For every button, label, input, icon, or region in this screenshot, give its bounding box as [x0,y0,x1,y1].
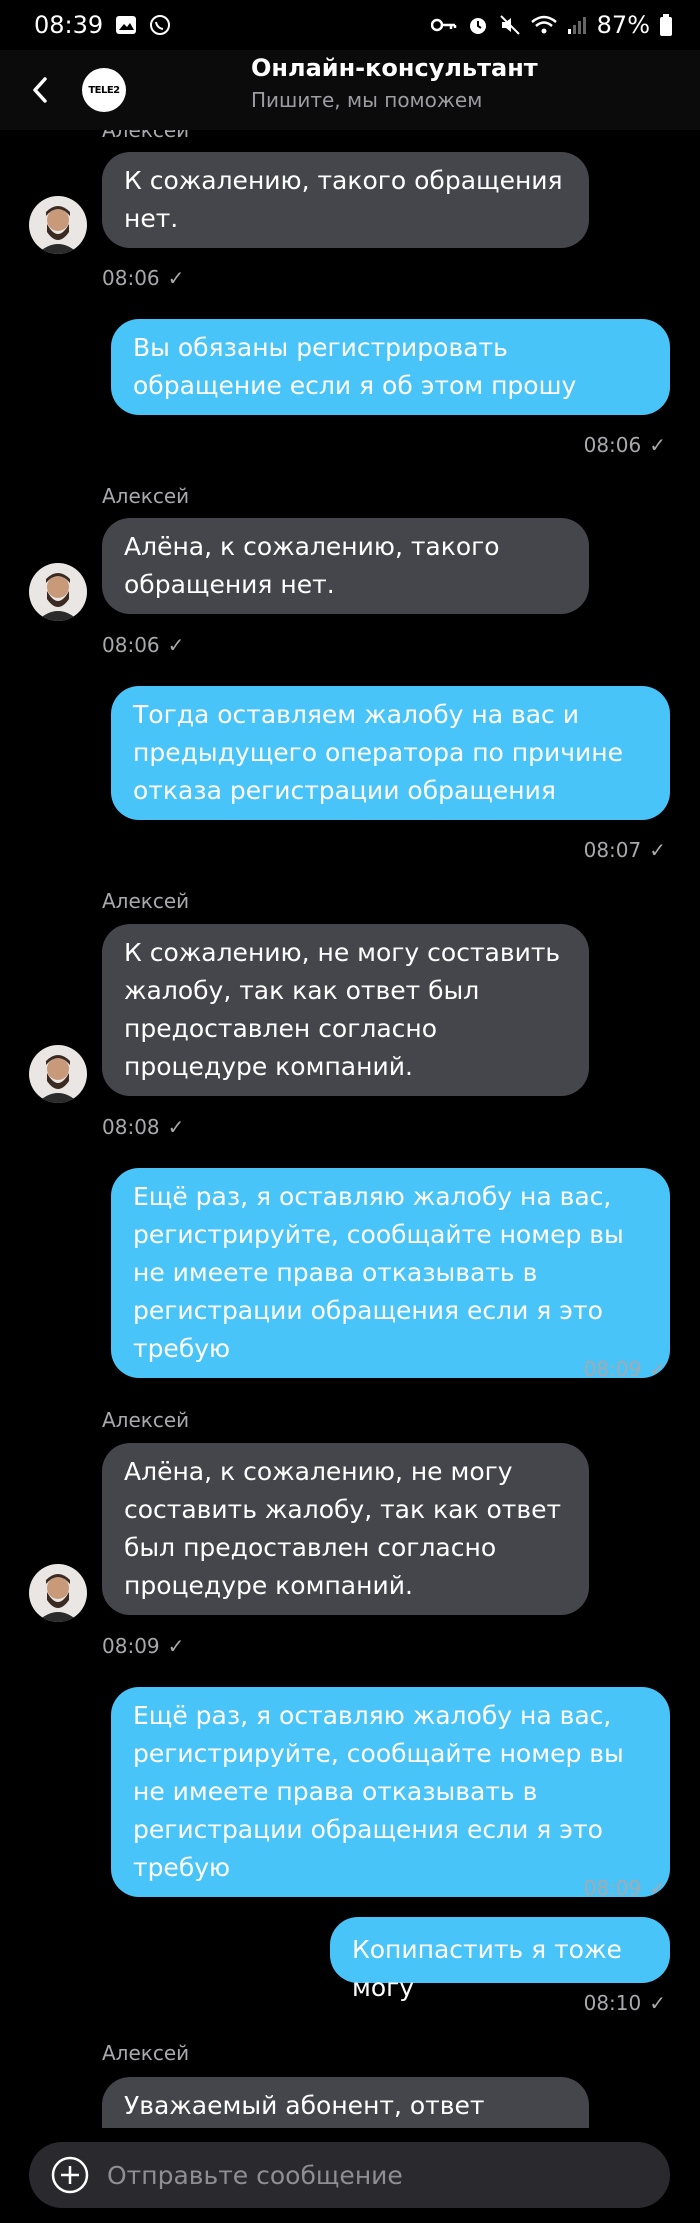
message-time: 08:06 ✓ [102,266,184,290]
outgoing-message[interactable]: Ещё раз, я оставляю жалобу на вас, регис… [111,1687,670,1897]
message-text: Алёна, к сожалению, не могу составить жа… [124,1457,562,1600]
check-icon: ✓ [649,1991,666,2015]
message-time: 08:07 ✓ [584,838,666,862]
header-subtitle: Пишите, мы поможем [251,88,483,112]
time-text: 08:10 [583,1991,642,2015]
time-text: 08:09 [102,1634,160,1658]
message-text: К сожалению, такого обращения нет. [124,166,563,233]
check-icon: ✓ [167,266,185,290]
time-text: 08:09 [583,1876,642,1900]
mute-icon [499,14,521,36]
time-text: 08:06 [102,266,160,290]
message-text: Ещё раз, я оставляю жалобу на вас, регис… [133,1182,624,1363]
message-text: Тогда оставляем жалобу на вас и предыдущ… [133,700,624,805]
incoming-message[interactable]: Уважаемый абонент, ответ [102,2077,589,2128]
chat-header: TELE2 Онлайн-консультант Пишите, мы помо… [0,50,700,130]
time-text: 08:07 [583,838,642,862]
avatar [29,1564,87,1622]
viber-icon [149,14,171,36]
message-time: 08:10 ✓ [584,1991,666,2015]
logo-text: TELE2 [88,84,120,96]
outgoing-message[interactable]: Копипастить я тоже могу [330,1917,670,2002]
input-placeholder: Отправьте сообщение [107,2160,403,2190]
wifi-icon [530,15,557,35]
message-text: Ещё раз, я оставляю жалобу на вас, регис… [133,1701,624,1882]
message-input[interactable]: Отправьте сообщение [29,2142,670,2208]
tele2-logo: TELE2 [82,68,126,112]
check-icon: ✓ [649,838,666,862]
sender-name: Алексей [102,2041,190,2065]
header-title: Онлайн-консультант [251,54,538,82]
check-icon: ✓ [649,1357,666,1381]
outgoing-message[interactable]: Ещё раз, я оставляю жалобу на вас, регис… [111,1168,670,1378]
time-text: 08:08 [102,1115,160,1139]
status-bar: 08:39 87% [0,0,700,50]
signal-icon [567,15,587,35]
time-text: 08:06 [583,433,642,457]
avatar [29,1045,87,1103]
time-text: 08:09 [583,1357,642,1381]
check-icon: ✓ [649,433,666,457]
message-time: 08:09 ✓ [584,1876,666,1900]
battery-percent: 87% [596,11,650,39]
check-icon: ✓ [167,633,185,657]
message-text: Копипастить я тоже могу [352,1935,622,2002]
incoming-message[interactable]: Алёна, к сожалению, не могу составить жа… [102,1443,589,1615]
time-text: 08:06 [102,633,160,657]
key-icon [430,17,457,33]
battery-icon [660,14,672,36]
message-time: 08:09 ✓ [584,1357,666,1381]
check-icon: ✓ [167,1115,185,1139]
avatar [29,563,87,621]
message-composer: Отправьте сообщение [0,2128,700,2223]
message-text: Вы обязаны регистрировать обращение если… [133,333,577,400]
message-text: Уважаемый абонент, ответ [124,2091,485,2120]
sender-name: Алексей [102,1408,190,1432]
incoming-message[interactable]: Алёна, к сожалению, такого обращения нет… [102,518,589,614]
alarm-icon [467,14,489,36]
check-icon: ✓ [167,1634,185,1658]
message-text: Алёна, к сожалению, такого обращения нет… [124,532,500,599]
incoming-message[interactable]: К сожалению, не могу составить жалобу, т… [102,924,589,1096]
header-text: Онлайн-консультант Пишите, мы поможем [251,54,538,112]
message-time: 08:08 ✓ [102,1115,184,1139]
outgoing-message[interactable]: Тогда оставляем жалобу на вас и предыдущ… [111,686,670,820]
chevron-left-icon [33,77,47,103]
message-time: 08:06 ✓ [102,633,184,657]
chat-messages[interactable]: Алексей К сожалению, такого обращения не… [0,130,700,2128]
message-time: 08:09 ✓ [102,1634,184,1658]
message-text: К сожалению, не могу составить жалобу, т… [124,938,561,1081]
avatar [29,196,87,254]
sender-name: Алексей [102,484,190,508]
sender-name: Алексей [102,889,190,913]
add-circle-icon [51,2156,89,2194]
status-time: 08:39 [34,11,104,39]
back-button[interactable] [0,50,80,130]
sender-name: Алексей [102,130,190,142]
gallery-icon [115,15,137,35]
incoming-message[interactable]: К сожалению, такого обращения нет. [102,152,589,248]
check-icon: ✓ [649,1876,666,1900]
message-time: 08:06 ✓ [584,433,666,457]
attach-button[interactable] [37,2142,103,2208]
outgoing-message[interactable]: Вы обязаны регистрировать обращение если… [111,319,670,415]
